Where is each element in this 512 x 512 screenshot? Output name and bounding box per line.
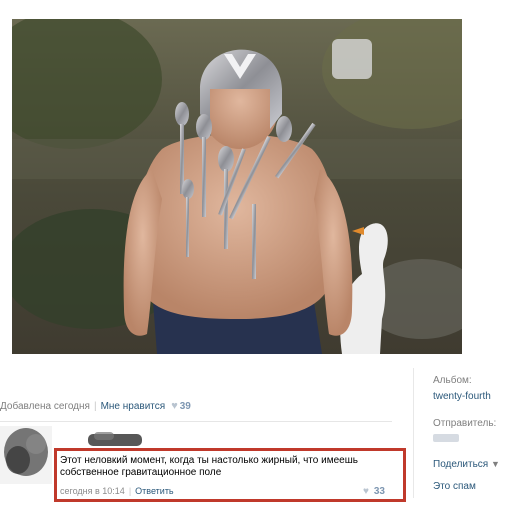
sidebar-divider bbox=[413, 368, 414, 498]
comment-meta: сегодня в 10:14 | Ответить bbox=[60, 486, 174, 496]
heart-icon[interactable]: ♥ bbox=[363, 486, 369, 497]
separator: | bbox=[128, 486, 132, 496]
share-label: Поделиться bbox=[433, 459, 489, 470]
comment-text: Этот неловкий момент, когда ты настолько… bbox=[60, 455, 358, 478]
photo-illustration bbox=[12, 19, 462, 354]
reply-link[interactable]: Ответить bbox=[135, 486, 173, 496]
blurred-name bbox=[88, 432, 142, 446]
share-button[interactable]: Поделиться ▼ bbox=[433, 459, 500, 470]
comment-like-button[interactable]: ♥ 33 bbox=[363, 486, 385, 497]
like-count: 39 bbox=[179, 401, 191, 412]
commenter-avatar[interactable] bbox=[0, 426, 52, 484]
highlighted-comment: Этот неловкий момент, когда ты настолько… bbox=[54, 448, 406, 502]
caret-down-icon: ▼ bbox=[491, 459, 500, 469]
sender-link[interactable] bbox=[433, 434, 459, 445]
divider bbox=[0, 421, 392, 422]
album-label: Альбом: bbox=[433, 375, 472, 386]
comment-time[interactable]: сегодня в 10:14 bbox=[60, 486, 125, 496]
post-meta: Добавлена сегодня | Мне нравится ♥ 39 bbox=[0, 400, 191, 412]
post-photo[interactable] bbox=[12, 19, 462, 354]
commenter-name[interactable] bbox=[88, 430, 142, 450]
blurred-sender bbox=[433, 434, 459, 442]
like-button[interactable]: Мне нравится bbox=[101, 401, 166, 412]
added-date: Добавлена сегодня bbox=[0, 401, 90, 412]
avatar-image bbox=[0, 426, 52, 484]
separator: | bbox=[93, 401, 97, 412]
report-spam-link[interactable]: Это спам bbox=[433, 481, 476, 492]
heart-icon[interactable]: ♥ bbox=[171, 400, 178, 412]
sender-label: Отправитель: bbox=[433, 418, 497, 429]
album-link[interactable]: twenty-fourth bbox=[433, 391, 491, 402]
comment-like-count: 33 bbox=[373, 486, 385, 497]
